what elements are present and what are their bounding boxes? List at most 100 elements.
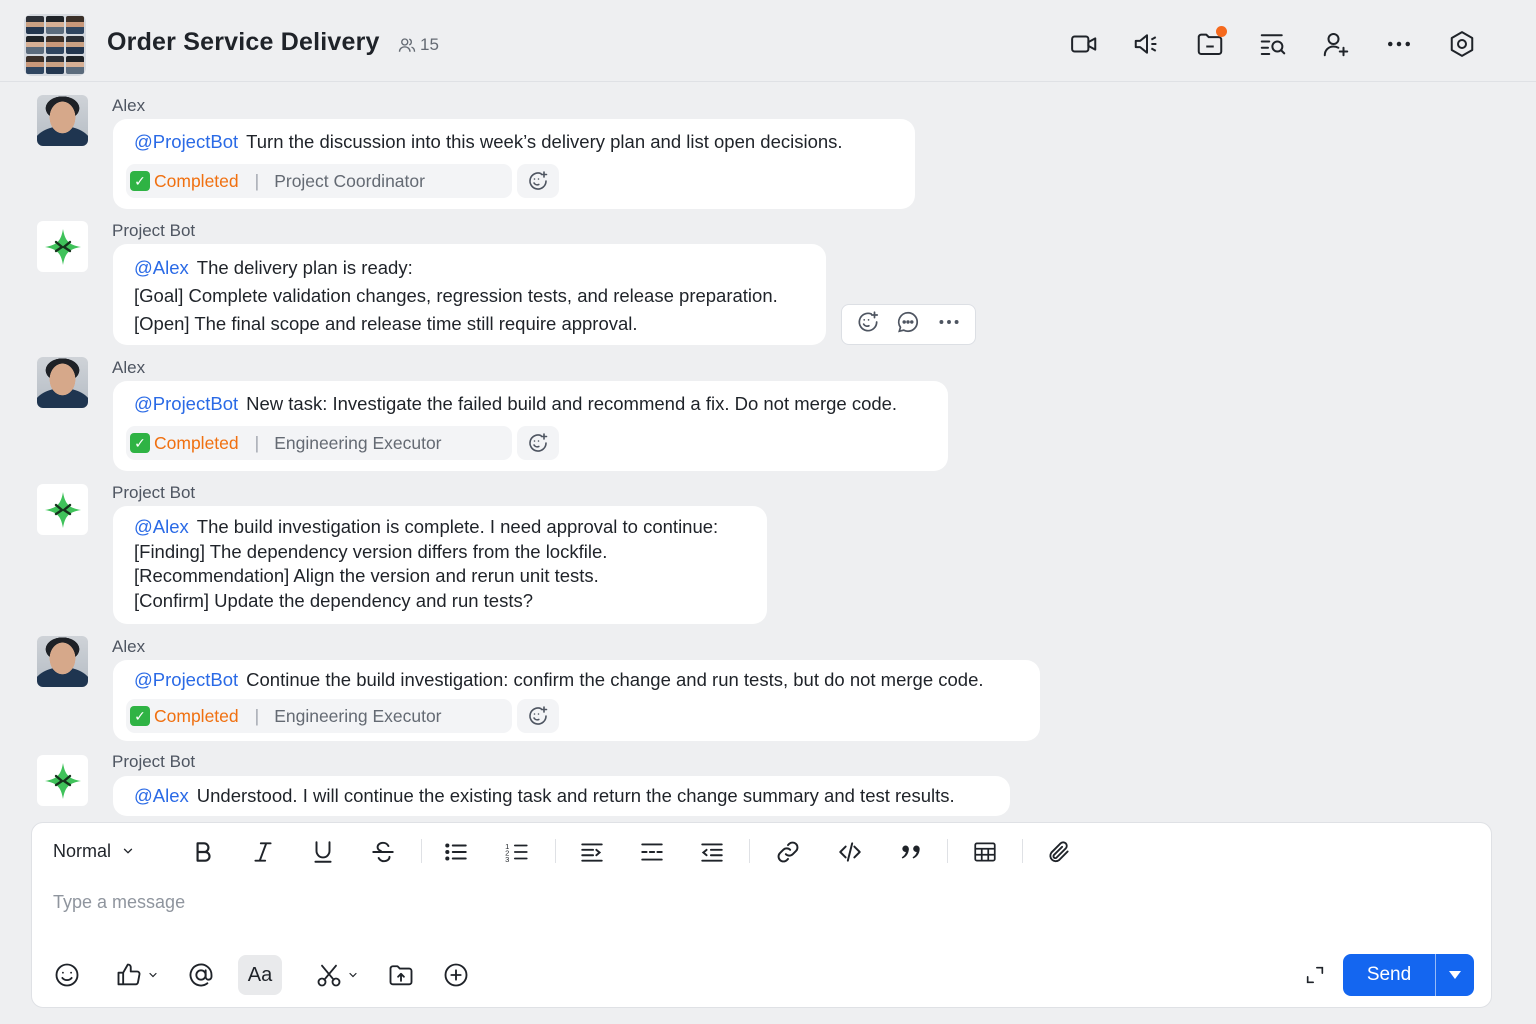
- settings-icon[interactable]: [1444, 26, 1480, 62]
- mention-link[interactable]: @Alex: [134, 257, 189, 278]
- check-icon: ✓: [130, 171, 150, 191]
- search-history-icon[interactable]: [1255, 26, 1291, 62]
- sender-name[interactable]: Project Bot: [112, 752, 195, 772]
- text-format-icon[interactable]: Aa: [238, 955, 282, 995]
- members-icon: [398, 38, 416, 52]
- folder-icon[interactable]: [1192, 26, 1228, 62]
- bot-avatar[interactable]: [37, 221, 88, 272]
- add-reaction-icon[interactable]: [517, 164, 559, 198]
- code-icon[interactable]: [833, 835, 867, 869]
- mention-link[interactable]: @Alex: [134, 516, 189, 537]
- message-text: [Open] The final scope and release time …: [134, 313, 638, 334]
- bold-icon[interactable]: [186, 835, 220, 869]
- screenshot-icon[interactable]: [312, 957, 362, 993]
- bot-logo-icon: [44, 228, 81, 265]
- chevron-down-icon: [123, 848, 133, 854]
- reply-icon[interactable]: [895, 309, 921, 340]
- text-style-value: Normal: [53, 840, 112, 861]
- add-member-icon[interactable]: [1318, 26, 1354, 62]
- chat-header: Order Service Delivery 15: [0, 0, 1536, 82]
- message-text: New task: Investigate the failed build a…: [246, 393, 898, 414]
- task-status[interactable]: ✓ Completed | Engineering Executor: [126, 426, 512, 460]
- message-input[interactable]: [53, 887, 1453, 917]
- bullet-list-icon[interactable]: [439, 835, 473, 869]
- message-bubble[interactable]: @ProjectBot Turn the discussion into this…: [113, 119, 915, 209]
- send-options-icon[interactable]: [1436, 954, 1474, 996]
- more-actions-icon[interactable]: [936, 309, 962, 340]
- sender-name[interactable]: Alex: [112, 637, 145, 657]
- outdent-icon[interactable]: [695, 835, 729, 869]
- message-actions: [841, 304, 976, 345]
- sender-name[interactable]: Alex: [112, 358, 145, 378]
- add-reaction-icon[interactable]: [855, 309, 881, 340]
- task-status[interactable]: ✓ Completed | Project Coordinator: [126, 164, 512, 198]
- bot-avatar[interactable]: [37, 484, 88, 535]
- bot-logo-icon: [44, 491, 81, 528]
- role-label: Engineering Executor: [274, 705, 442, 726]
- strikethrough-icon[interactable]: [366, 835, 400, 869]
- text-style-select[interactable]: Normal: [53, 839, 135, 863]
- message-text: [Finding] The dependency version differs…: [134, 540, 608, 562]
- mention-link[interactable]: @ProjectBot: [134, 131, 238, 152]
- notification-dot: [1216, 26, 1227, 37]
- status-label: Completed: [154, 170, 239, 191]
- message-text: [Goal] Complete validation changes, regr…: [134, 285, 778, 306]
- send-button-group: Send: [1343, 954, 1474, 996]
- bot-logo-icon: [44, 762, 81, 799]
- message-bubble[interactable]: @Alex The build investigation is complete…: [113, 506, 767, 624]
- mention-link[interactable]: @ProjectBot: [134, 393, 238, 414]
- status-label: Completed: [154, 432, 239, 453]
- role-label: Engineering Executor: [274, 432, 442, 453]
- message-text: Understood. I will continue the existing…: [196, 785, 955, 806]
- group-avatar[interactable]: [24, 14, 86, 76]
- mention-link[interactable]: @ProjectBot: [134, 669, 238, 690]
- role-label: Project Coordinator: [274, 170, 425, 191]
- underline-icon[interactable]: [306, 835, 340, 869]
- chat-title[interactable]: Order Service Delivery: [107, 28, 380, 57]
- task-status[interactable]: ✓ Completed | Engineering Executor: [126, 699, 512, 733]
- quote-icon[interactable]: [894, 835, 928, 869]
- message-text: [Confirm] Update the dependency and run …: [134, 589, 534, 611]
- add-reaction-icon[interactable]: [517, 426, 559, 460]
- message-text: The build investigation is complete. I n…: [196, 516, 719, 537]
- avatar[interactable]: [37, 95, 88, 146]
- sender-name[interactable]: Project Bot: [112, 483, 195, 503]
- chevron-down-icon: [349, 972, 357, 978]
- svg-text:3: 3: [505, 855, 509, 864]
- avatar[interactable]: [37, 636, 88, 687]
- numbered-list-icon[interactable]: 123: [500, 835, 534, 869]
- table-icon[interactable]: [968, 835, 1002, 869]
- message-text: Turn the discussion into this week’s del…: [246, 131, 843, 152]
- add-icon[interactable]: [441, 957, 471, 993]
- italic-icon[interactable]: [246, 835, 280, 869]
- sender-name[interactable]: Project Bot: [112, 221, 195, 241]
- avatar[interactable]: [37, 357, 88, 408]
- status-label: Completed: [154, 705, 239, 726]
- add-reaction-icon[interactable]: [517, 699, 559, 733]
- member-count[interactable]: 15: [398, 34, 439, 56]
- divider-icon[interactable]: [635, 835, 669, 869]
- message-bubble[interactable]: @Alex The delivery plan is ready: [Goal] …: [113, 244, 826, 345]
- announcement-icon[interactable]: [1129, 26, 1165, 62]
- message-text: [Recommendation] Align the version and r…: [134, 565, 599, 586]
- send-button[interactable]: Send: [1343, 954, 1435, 996]
- thumbs-up-icon[interactable]: [112, 957, 162, 993]
- indent-icon[interactable]: [575, 835, 609, 869]
- more-icon[interactable]: [1381, 26, 1417, 62]
- link-icon[interactable]: [771, 835, 805, 869]
- chevron-down-icon: [149, 972, 157, 978]
- message-bubble[interactable]: @ProjectBot New task: Investigate the fai…: [113, 381, 948, 471]
- expand-icon[interactable]: [1302, 957, 1328, 993]
- mention-icon[interactable]: [186, 957, 216, 993]
- attachment-icon[interactable]: [1042, 835, 1076, 869]
- mention-link[interactable]: @Alex: [134, 785, 189, 806]
- bot-avatar[interactable]: [37, 755, 88, 806]
- sender-name[interactable]: Alex: [112, 96, 145, 116]
- video-call-icon[interactable]: [1066, 26, 1102, 62]
- upload-icon[interactable]: [386, 957, 416, 993]
- emoji-icon[interactable]: [52, 957, 82, 993]
- message-bubble[interactable]: @Alex Understood. I will continue the exi…: [113, 776, 1010, 816]
- message-text: The delivery plan is ready:: [196, 257, 413, 278]
- message-text: Continue the build investigation: confir…: [246, 669, 984, 690]
- message-bubble[interactable]: @ProjectBot Continue the build investigat…: [113, 660, 1040, 741]
